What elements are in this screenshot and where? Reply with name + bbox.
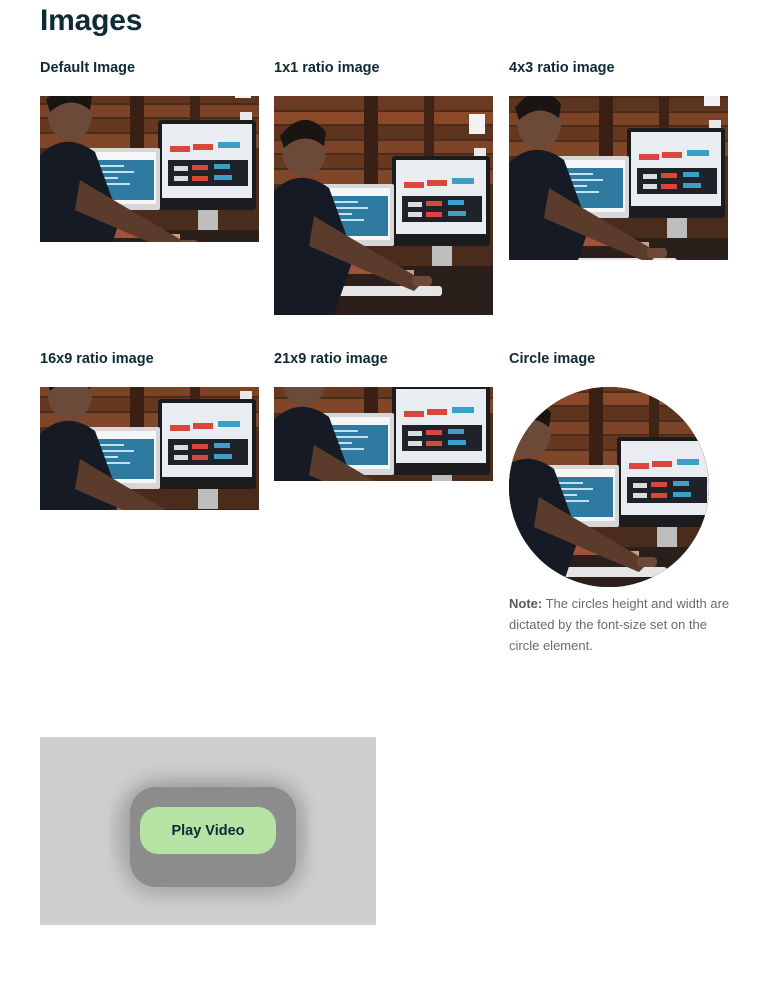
circle-image xyxy=(509,387,709,587)
ratio-4x3-image xyxy=(509,96,728,260)
note-text: The circles height and width are dictate… xyxy=(509,596,730,653)
default-image-title: Default Image xyxy=(40,60,136,76)
ratio-16x9-card: 16x9 ratio image xyxy=(40,350,259,510)
default-image xyxy=(40,96,259,242)
ratio-21x9-card: 21x9 ratio image xyxy=(274,350,493,481)
circle-image-card: Circle image Note: The circles height an… xyxy=(509,350,729,653)
ratio-21x9-image xyxy=(274,387,493,481)
circle-note: Note: The circles height and width are d… xyxy=(509,593,731,656)
video-player[interactable]: Play Video xyxy=(40,737,376,925)
circle-image-title: Circle image xyxy=(509,351,596,367)
ratio-16x9-image xyxy=(40,387,259,510)
play-video-button[interactable]: Play Video xyxy=(140,807,276,854)
ratio-4x3-title: 4x3 ratio image xyxy=(509,60,615,76)
ratio-21x9-title: 21x9 ratio image xyxy=(274,351,388,367)
default-image-card: Default Image xyxy=(40,59,259,242)
ratio-4x3-card: 4x3 ratio image xyxy=(509,59,728,260)
note-label: Note: xyxy=(509,596,543,611)
ratio-16x9-title: 16x9 ratio image xyxy=(40,351,154,367)
ratio-1x1-image xyxy=(274,96,493,315)
ratio-1x1-title: 1x1 ratio image xyxy=(274,60,380,76)
page-title: Images xyxy=(40,4,143,37)
ratio-1x1-card: 1x1 ratio image xyxy=(274,59,493,315)
